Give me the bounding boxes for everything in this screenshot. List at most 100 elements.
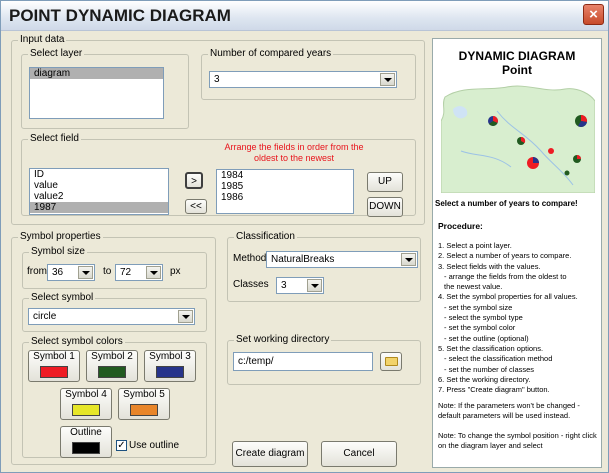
layer-listbox[interactable]: diagram [29,67,164,119]
cancel-button[interactable]: Cancel [321,441,397,467]
move-up-button[interactable]: UP [367,172,403,192]
working-directory-input[interactable]: c:/temp/ [233,352,373,371]
working-directory-group: Set working directory c:/temp/ [227,334,421,385]
create-diagram-button[interactable]: Create diagram [232,441,308,467]
map-symbol-5 [573,155,581,163]
selected-fields-listbox[interactable]: 1984 1985 1986 [216,169,354,214]
chevron-down-icon[interactable] [380,73,395,86]
field-item[interactable]: value2 [30,191,168,202]
help-title: DYNAMIC DIAGRAM [458,49,576,63]
classification-legend: Classification [234,231,297,243]
move-down-button[interactable]: DOWN [367,197,403,217]
size-to-value: 72 [120,267,132,278]
preview-map [441,81,595,193]
map-symbol-7 [564,170,570,176]
symbol-5-color-button[interactable]: Symbol 5 [118,388,170,420]
map-symbol-1 [488,116,498,126]
symbol-type-select[interactable]: circle [28,308,195,325]
compared-years-legend: Number of compared years [208,48,334,60]
field-item[interactable]: value [30,180,168,191]
input-data-legend: Input data [18,34,67,46]
symbol-3-color-button[interactable]: Symbol 3 [144,350,196,382]
symbol-5-swatch [130,404,158,416]
size-to-label: to [103,266,112,277]
input-data-group: Input data Select layer diagram Number o… [11,34,425,225]
add-field-button[interactable]: > [185,172,203,189]
size-from-label: from [27,266,47,277]
chevron-down-icon[interactable] [178,310,193,323]
outline-label: Outline [70,427,102,438]
remove-field-button[interactable]: << [185,199,207,214]
symbol-5-label: Symbol 5 [123,389,165,400]
chevron-down-icon[interactable] [307,279,322,292]
procedure-step: 4. Set the symbol properties for all val… [438,292,578,302]
method-label: Method [233,253,267,264]
field-item[interactable]: 1987 [30,202,168,213]
chevron-down-icon[interactable] [78,266,93,279]
dialog-client: Input data Select layer diagram Number o… [1,32,608,472]
size-to-select[interactable]: 72 [115,264,163,281]
procedure-step: 5. Set the classification options. [438,343,544,353]
title-bar: POINT DYNAMIC DIAGRAM × [1,1,608,31]
close-button[interactable]: × [583,4,604,25]
select-layer-group: Select layer diagram [21,48,189,129]
help-note-default: Note: If the parameters won't be changed… [438,401,580,421]
symbol-4-swatch [72,404,100,416]
procedure-list: 1. Select a point layer. 2. Select a num… [438,241,578,395]
symbol-properties-group: Symbol properties Symbol size from 36 to… [11,231,216,465]
select-symbol-group: Select symbol circle [22,292,207,332]
layer-item[interactable]: diagram [30,68,163,79]
symbol-4-color-button[interactable]: Symbol 4 [60,388,112,420]
compared-years-value: 3 [214,74,220,85]
size-from-select[interactable]: 36 [47,264,95,281]
procedure-step: 7. Press "Create diagram" button. [438,385,550,395]
procedure-title: Procedure: [438,221,483,231]
outline-color-button[interactable]: Outline [60,426,112,458]
outline-swatch [72,442,100,454]
classification-method-select[interactable]: NaturalBreaks [266,251,418,268]
dialog-window: POINT DYNAMIC DIAGRAM × Input data Selec… [0,0,609,473]
procedure-step: 1. Select a point layer. [438,241,512,250]
procedure-step: - select the symbol type [444,313,523,323]
field-item[interactable]: 1985 [217,181,353,192]
symbol-size-legend: Symbol size [29,246,87,258]
procedure-step: - set the symbol color [444,323,516,333]
help-panel: DYNAMIC DIAGRAM Point Select a number of… [432,38,602,468]
help-caption: Select a number of years to compare! [435,199,578,208]
compared-years-select[interactable]: 3 [209,71,397,88]
use-outline-checkbox[interactable]: ✓ [116,440,127,451]
classes-label: Classes [233,279,269,290]
map-symbol-3 [527,157,539,169]
browse-folder-button[interactable] [380,352,402,371]
classes-count-select[interactable]: 3 [276,277,324,294]
procedure-step: - arrange the fields from the oldest to [444,271,567,281]
symbol-size-group: Symbol size from 36 to 72 px [22,246,207,289]
procedure-step: 3. Select fields with the values. [438,261,541,271]
folder-icon [385,357,398,366]
chevron-down-icon[interactable] [146,266,161,279]
field-item[interactable]: 1984 [217,170,353,181]
use-outline-label: Use outline [129,440,180,451]
field-item[interactable]: ID [30,169,168,180]
symbol-colors-group: Select symbol colors Symbol 1 Symbol 2 S… [22,336,207,458]
chevron-down-icon[interactable] [401,253,416,266]
field-order-hint: Arrange the fields in order from the old… [224,142,364,163]
help-note-position: Note: To change the symbol position - ri… [438,431,597,451]
symbol-3-label: Symbol 3 [149,351,191,362]
window-title: POINT DYNAMIC DIAGRAM [9,6,231,25]
symbol-2-label: Symbol 2 [91,351,133,362]
symbol-2-color-button[interactable]: Symbol 2 [86,350,138,382]
field-item[interactable]: 1986 [217,192,353,203]
select-field-legend: Select field [28,133,81,145]
symbol-2-swatch [98,366,126,378]
symbol-properties-legend: Symbol properties [18,231,103,243]
select-layer-legend: Select layer [28,48,85,60]
procedure-step: - set the symbol size [444,302,513,312]
symbol-colors-legend: Select symbol colors [29,336,125,348]
select-symbol-legend: Select symbol [29,292,96,304]
symbol-1-color-button[interactable]: Symbol 1 [28,350,80,382]
available-fields-listbox[interactable]: ID value value2 1987 [29,168,169,215]
symbol-4-label: Symbol 4 [65,389,107,400]
working-directory-legend: Set working directory [234,334,332,346]
map-symbol-6 [548,148,554,154]
